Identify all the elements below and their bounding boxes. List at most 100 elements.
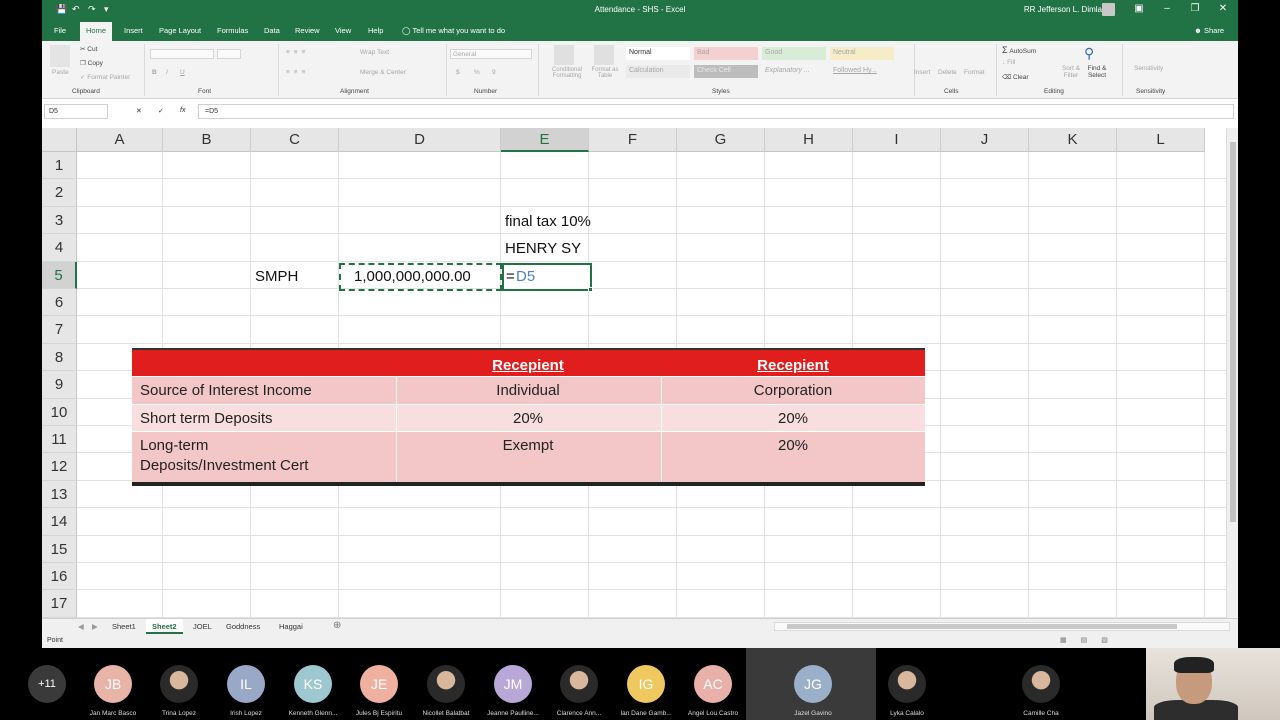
column-header-F[interactable]: F [589,128,677,152]
column-header-K[interactable]: K [1029,128,1117,152]
formula-input[interactable]: =D5 [198,104,1234,119]
select-all-corner[interactable] [42,128,77,152]
tab-insert[interactable]: Insert [124,26,143,35]
view-buttons[interactable]: ▦▤▧ [1060,636,1122,644]
bold-button[interactable]: B [152,69,157,76]
row-header-8[interactable]: 8 [42,343,77,372]
delete-cells-button[interactable]: Delete [938,69,957,76]
fill-button[interactable]: ↓ Fill [1002,59,1015,66]
restore-button[interactable]: ❐ [1188,3,1202,14]
currency-button[interactable]: $ [456,69,460,76]
paste-button[interactable]: Paste [52,69,69,76]
font-size-select[interactable] [217,49,241,59]
tab-formulas[interactable]: Formulas [217,26,248,35]
format-cells-button[interactable]: Format [964,69,985,76]
conditional-formatting-icon[interactable] [554,45,574,65]
row-header-13[interactable]: 13 [42,480,77,509]
active-cell-E5[interactable]: = D5 [502,263,592,291]
insert-function-icon[interactable]: fx [180,107,185,114]
column-header-A[interactable]: A [77,128,163,152]
column-header-G[interactable]: G [677,128,765,152]
add-sheet-icon[interactable]: ⊕ [333,620,341,631]
participant-tile[interactable]: JB Jan Marc Basco [78,665,148,717]
row-header-16[interactable]: 16 [42,563,77,591]
participant-tile[interactable]: JG Jazel Gavino [778,665,848,717]
cancel-icon[interactable]: ✕ [136,107,142,115]
participant-tile[interactable]: Nicollet Balatbat [411,665,481,717]
ribbon-display-icon[interactable]: ▣ [1132,3,1146,14]
share-button[interactable]: ☻ Share [1194,26,1224,35]
scroll-thumb[interactable] [787,624,1177,629]
cut-button[interactable]: ✂ Cut [80,45,97,53]
cell-D5[interactable]: 1,000,000,000.00 [354,268,471,285]
row-header-12[interactable]: 12 [42,453,77,481]
font-name-select[interactable] [150,49,214,59]
italic-button[interactable]: I [166,69,168,76]
next-sheet-icon[interactable]: ▶ [92,622,98,631]
prev-sheet-icon[interactable]: ◀ [78,622,84,631]
participant-tile[interactable]: JM Jeanne Paulline... [478,665,548,717]
enter-icon[interactable]: ✓ [158,107,164,115]
clear-button[interactable]: ⌫ Clear [1002,73,1029,81]
participant-tile[interactable]: Lyka Calalo [872,665,942,717]
row-header-17[interactable]: 17 [42,590,77,618]
cell-C5[interactable]: SMPH [255,268,298,285]
tab-help[interactable]: Help [368,26,383,35]
style-check-cell[interactable]: Check Cell [694,65,758,78]
more-participants-badge[interactable]: +11 [28,665,66,703]
style-good[interactable]: Good [762,47,826,60]
tab-home[interactable]: Home [80,22,113,41]
tab-view[interactable]: View [335,26,351,35]
cell-E3[interactable]: final tax 10% [505,213,591,230]
number-format-select[interactable]: General [450,49,532,59]
name-box[interactable]: D5 [44,104,108,119]
participant-tile[interactable]: IL Irish Lopez [211,665,281,717]
style-followed-hyperlink[interactable]: Followed Hy... [830,65,894,78]
wrap-text-button[interactable]: Wrap Text [360,49,389,56]
column-header-B[interactable]: B [163,128,251,152]
row-header-14[interactable]: 14 [42,508,77,536]
sheet-tab-sheet1[interactable]: Sheet1 [112,622,136,631]
row-header-4[interactable]: 4 [42,234,77,262]
horizontal-scrollbar[interactable] [774,622,1230,631]
scroll-thumb[interactable] [1230,142,1236,522]
paste-icon[interactable] [50,45,70,67]
row-header-7[interactable]: 7 [42,316,77,344]
column-header-L[interactable]: L [1117,128,1205,152]
row-header-15[interactable]: 15 [42,535,77,563]
column-header-H[interactable]: H [765,128,853,152]
sheet-tab-haggai[interactable]: Haggai [279,622,303,631]
copy-button[interactable]: ❐ Copy [80,59,103,67]
row-header-11[interactable]: 11 [42,426,77,454]
comma-button[interactable]: 9 [492,69,496,76]
row-header-6[interactable]: 6 [42,289,77,317]
style-bad[interactable]: Bad [694,47,758,60]
style-calculation[interactable]: Calculation [626,65,690,78]
align-top-icons[interactable]: ≡≡≡ [286,49,309,56]
sheet-tab-joel[interactable]: JOEL [193,622,212,631]
participant-tile[interactable]: Trina Lopez [144,665,214,717]
format-table-icon[interactable] [594,45,614,65]
insert-cells-button[interactable]: Insert [914,69,930,76]
style-normal[interactable]: Normal [626,47,690,60]
close-button[interactable]: ✕ [1216,3,1230,14]
find-select-button[interactable]: Find & Select [1084,65,1110,79]
underline-button[interactable]: U [180,69,185,76]
style-explanatory[interactable]: Explanatory ... [762,65,826,78]
vertical-scrollbar[interactable] [1226,128,1238,618]
conditional-formatting-button[interactable]: Conditional Formatting [544,67,590,79]
row-header-5[interactable]: 5 [42,261,77,289]
participant-tile[interactable]: Clarence Ann... [544,665,614,717]
column-header-E[interactable]: E [501,128,589,152]
participant-tile[interactable]: AC Angel Lou Castro [678,665,748,717]
participant-tile[interactable]: IG Ian Dane Gamb... [611,665,681,717]
participant-tile[interactable]: KS Kenneth Glenn... [278,665,348,717]
user-name[interactable]: RR Jefferson L. Dimla [1024,5,1102,14]
column-header-D[interactable]: D [339,128,501,152]
participant-tile[interactable]: Camille Cha [1006,665,1076,717]
merge-center-button[interactable]: Merge & Center [360,69,406,76]
tab-data[interactable]: Data [264,26,280,35]
align-left-icons[interactable]: ≡≡≡ [286,69,309,76]
fill-handle[interactable] [588,287,593,292]
sort-filter-button[interactable]: Sort & Filter [1058,65,1084,79]
